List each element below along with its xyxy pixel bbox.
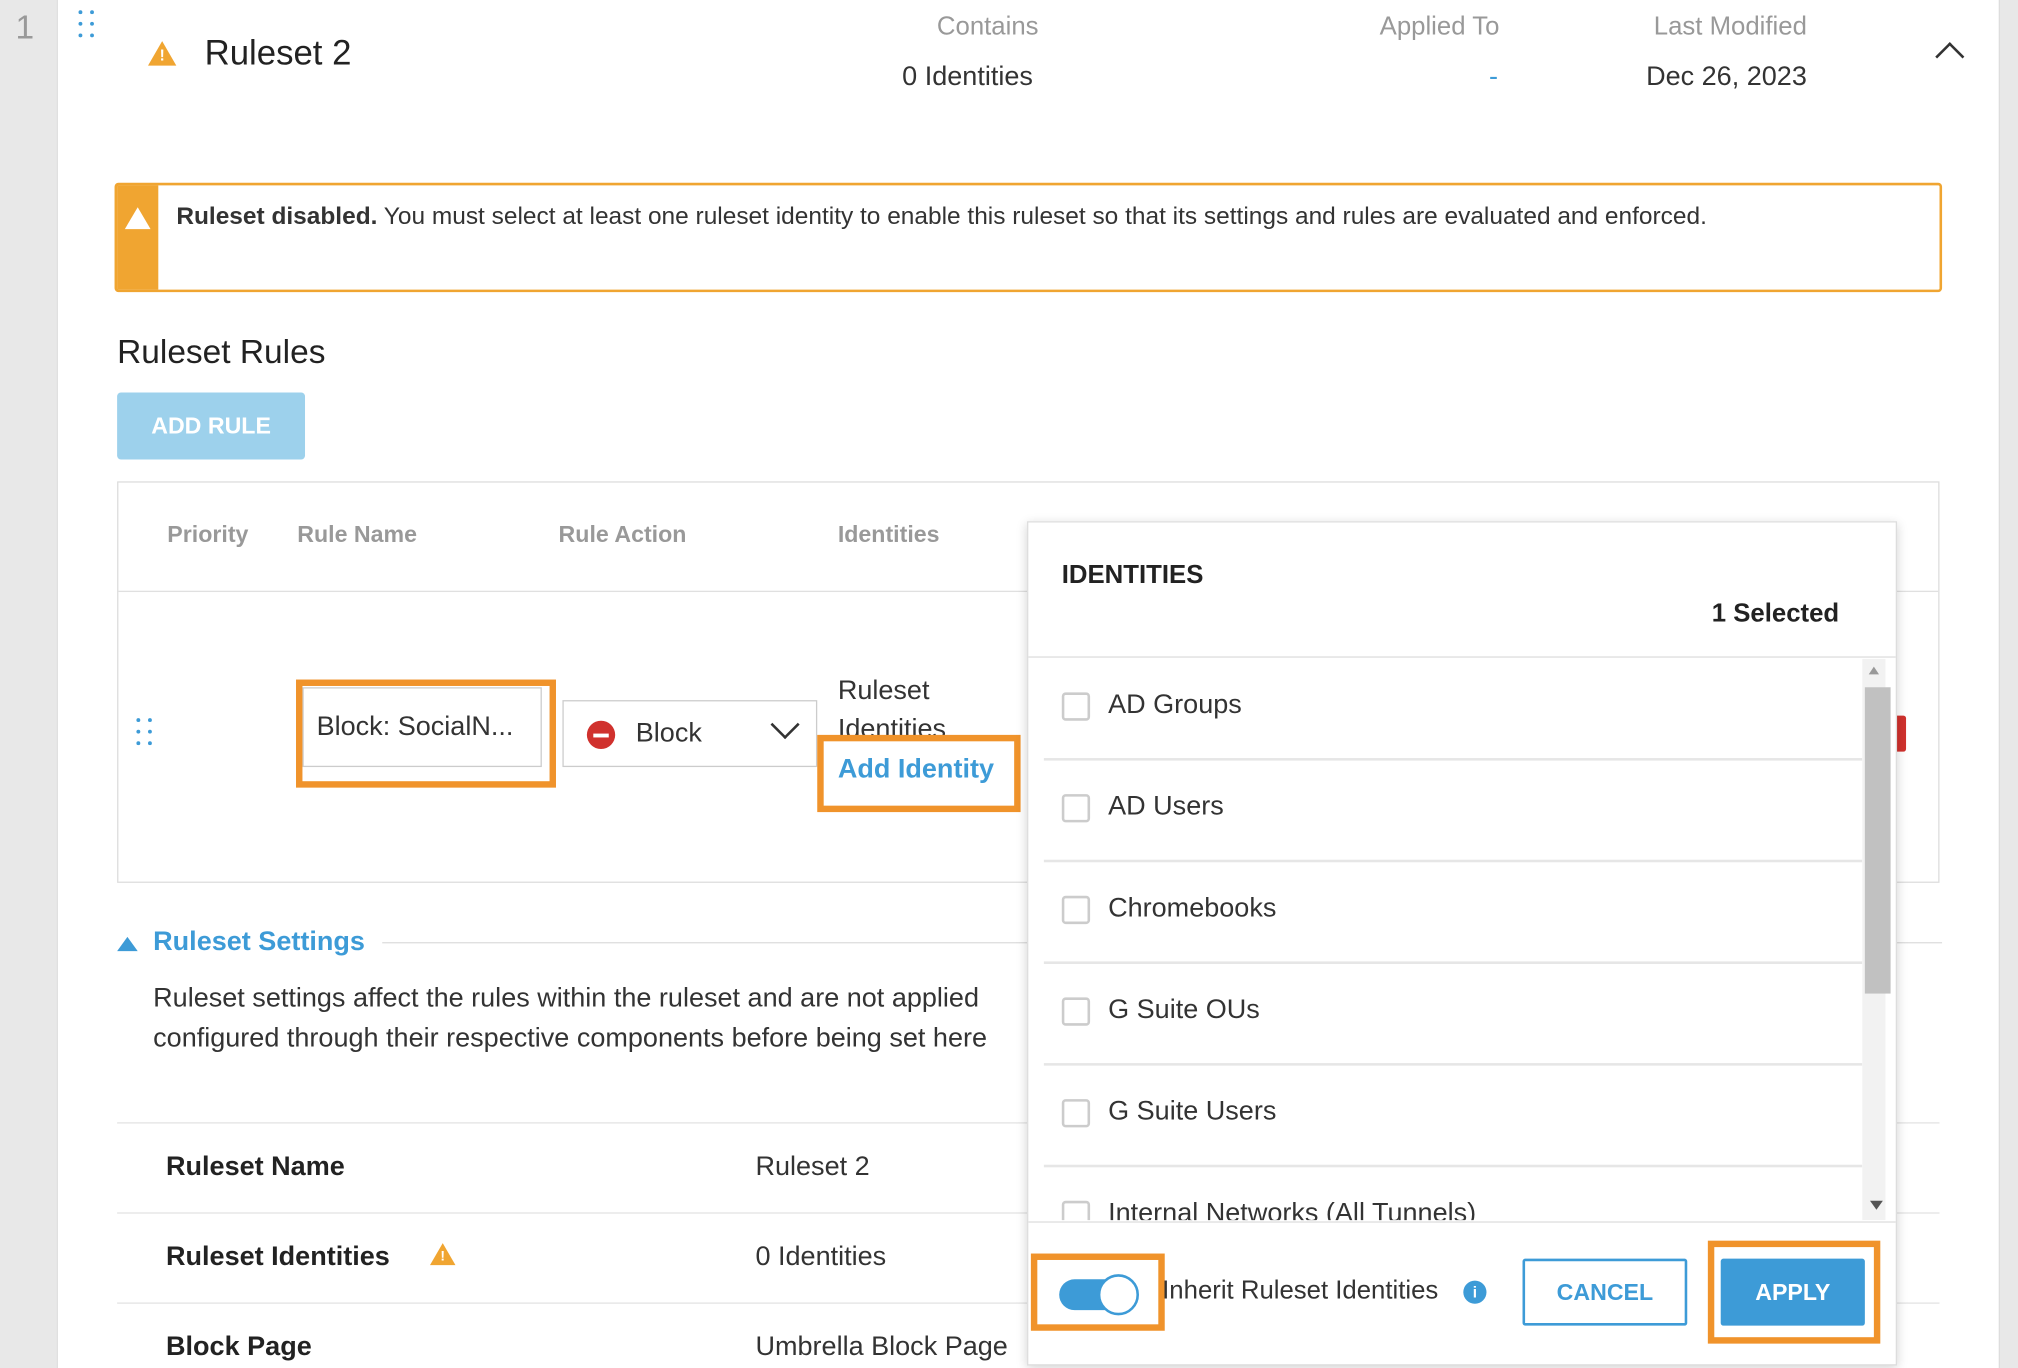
- rule-action-select[interactable]: Block: [562, 700, 818, 768]
- identity-item-internal-networks[interactable]: Internal Networks (All Tunnels): [1044, 1167, 1863, 1221]
- page-canvas: 1 Ruleset 2 Contains 0 Identities Applie…: [0, 0, 2018, 1368]
- contains-value: 0 Identities: [902, 61, 1033, 92]
- ruleset-rules-title: Ruleset Rules: [117, 332, 326, 371]
- identity-item-label: G Suite OUs: [1108, 994, 1260, 1025]
- toggle-highlight: [1030, 1253, 1165, 1331]
- alert-bar: [117, 185, 159, 290]
- identity-item-label: Chromebooks: [1108, 893, 1277, 923]
- identity-item-ad-users[interactable]: AD Users: [1043, 761, 1863, 863]
- col-header-rule-action: Rule Action: [558, 521, 687, 547]
- block-page-value: Umbrella Block Page: [755, 1332, 1008, 1362]
- identities-warning-icon: [429, 1243, 456, 1266]
- ruleset-identities-label: Ruleset Identities: [166, 1241, 390, 1272]
- settings-description-line2: configured through their respective comp…: [153, 1023, 988, 1053]
- alert-message: You must select at least one ruleset ide…: [377, 203, 1707, 231]
- applied-to-value: -: [1489, 61, 1499, 92]
- identity-list[interactable]: AD Groups AD Users Chromebooks G Suite O…: [1043, 659, 1863, 1221]
- block-page-label: Block Page: [166, 1332, 312, 1362]
- apply-highlight: [1707, 1240, 1881, 1344]
- identity-item-label: Internal Networks (All Tunnels): [1108, 1198, 1477, 1221]
- identities-popover: IDENTITIES 1 Selected AD Groups AD Users…: [1027, 521, 1898, 1366]
- add-rule-button[interactable]: ADD RULE: [117, 392, 306, 460]
- rule-drag-handle-icon[interactable]: [136, 718, 154, 749]
- checkbox[interactable]: [1061, 895, 1091, 925]
- last-modified-value: Dec 26, 2023: [1646, 61, 1807, 92]
- collapse-chevron-icon[interactable]: [1935, 42, 1965, 72]
- identity-item-label: AD Groups: [1108, 689, 1242, 720]
- rule-action-value: Block: [635, 718, 702, 748]
- last-modified-label: Last Modified: [1653, 12, 1807, 42]
- checkbox[interactable]: [1061, 1099, 1091, 1128]
- add-identity-highlight: [817, 734, 1021, 813]
- alert-warning-icon: [124, 207, 151, 230]
- col-header-rule-name: Rule Name: [297, 521, 418, 547]
- ruleset-settings-toggle[interactable]: Ruleset Settings: [153, 927, 365, 958]
- settings-description-line1: Ruleset settings affect the rules within…: [153, 983, 979, 1013]
- scroll-down-icon[interactable]: [1870, 1200, 1883, 1210]
- identity-item-ad-groups[interactable]: AD Groups: [1043, 659, 1863, 761]
- alert-bold: Ruleset disabled.: [176, 203, 378, 231]
- ruleset-name-value: Ruleset 2: [755, 1151, 870, 1182]
- scroll-thumb[interactable]: [1864, 687, 1891, 994]
- ruleset-drag-handle-icon[interactable]: [78, 10, 97, 41]
- ruleset-warning-icon: [148, 41, 177, 66]
- info-icon[interactable]: i: [1463, 1280, 1487, 1304]
- checkbox[interactable]: [1061, 997, 1091, 1026]
- applied-to-label: Applied To: [1379, 12, 1500, 42]
- checkbox[interactable]: [1061, 1200, 1091, 1221]
- identity-item-label: AD Users: [1108, 791, 1224, 822]
- ruleset-title: Ruleset 2: [204, 33, 352, 73]
- inherit-identities-label: Inherit Ruleset Identities: [1162, 1276, 1439, 1306]
- selected-count: 1 Selected: [1711, 599, 1840, 629]
- rule-name-highlight: [296, 679, 556, 788]
- popover-header-divider: [1028, 656, 1896, 658]
- popover-footer-divider: [1028, 1221, 1896, 1223]
- row-index: 1: [15, 7, 35, 47]
- ruleset-name-label: Ruleset Name: [166, 1151, 345, 1182]
- chevron-down-icon: [770, 710, 800, 740]
- popover-title: IDENTITIES: [1061, 561, 1204, 590]
- ruleset-identities-value: 0 Identities: [755, 1241, 887, 1272]
- checkbox[interactable]: [1061, 794, 1091, 823]
- cancel-button[interactable]: CANCEL: [1522, 1258, 1688, 1326]
- block-icon: [586, 720, 616, 750]
- identity-item-g-suite-users[interactable]: G Suite Users: [1043, 1066, 1863, 1168]
- contains-label: Contains: [936, 12, 1039, 42]
- scroll-up-icon[interactable]: [1868, 666, 1880, 675]
- identity-item-g-suite-ous[interactable]: G Suite OUs: [1043, 964, 1863, 1066]
- identity-list-scrollbar[interactable]: [1862, 658, 1891, 1221]
- identity-item-label: G Suite Users: [1108, 1096, 1277, 1127]
- col-header-priority: Priority: [167, 521, 249, 547]
- identity-item-chromebooks[interactable]: Chromebooks: [1043, 862, 1863, 964]
- settings-description: Ruleset settings affect the rules within…: [153, 978, 1054, 1058]
- settings-collapse-icon[interactable]: [117, 936, 138, 952]
- checkbox[interactable]: [1061, 692, 1091, 721]
- alert-text: Ruleset disabled. You must select at lea…: [176, 198, 1901, 237]
- col-header-identities: Identities: [837, 521, 940, 547]
- ruleset-disabled-alert: Ruleset disabled. You must select at lea…: [114, 182, 1943, 293]
